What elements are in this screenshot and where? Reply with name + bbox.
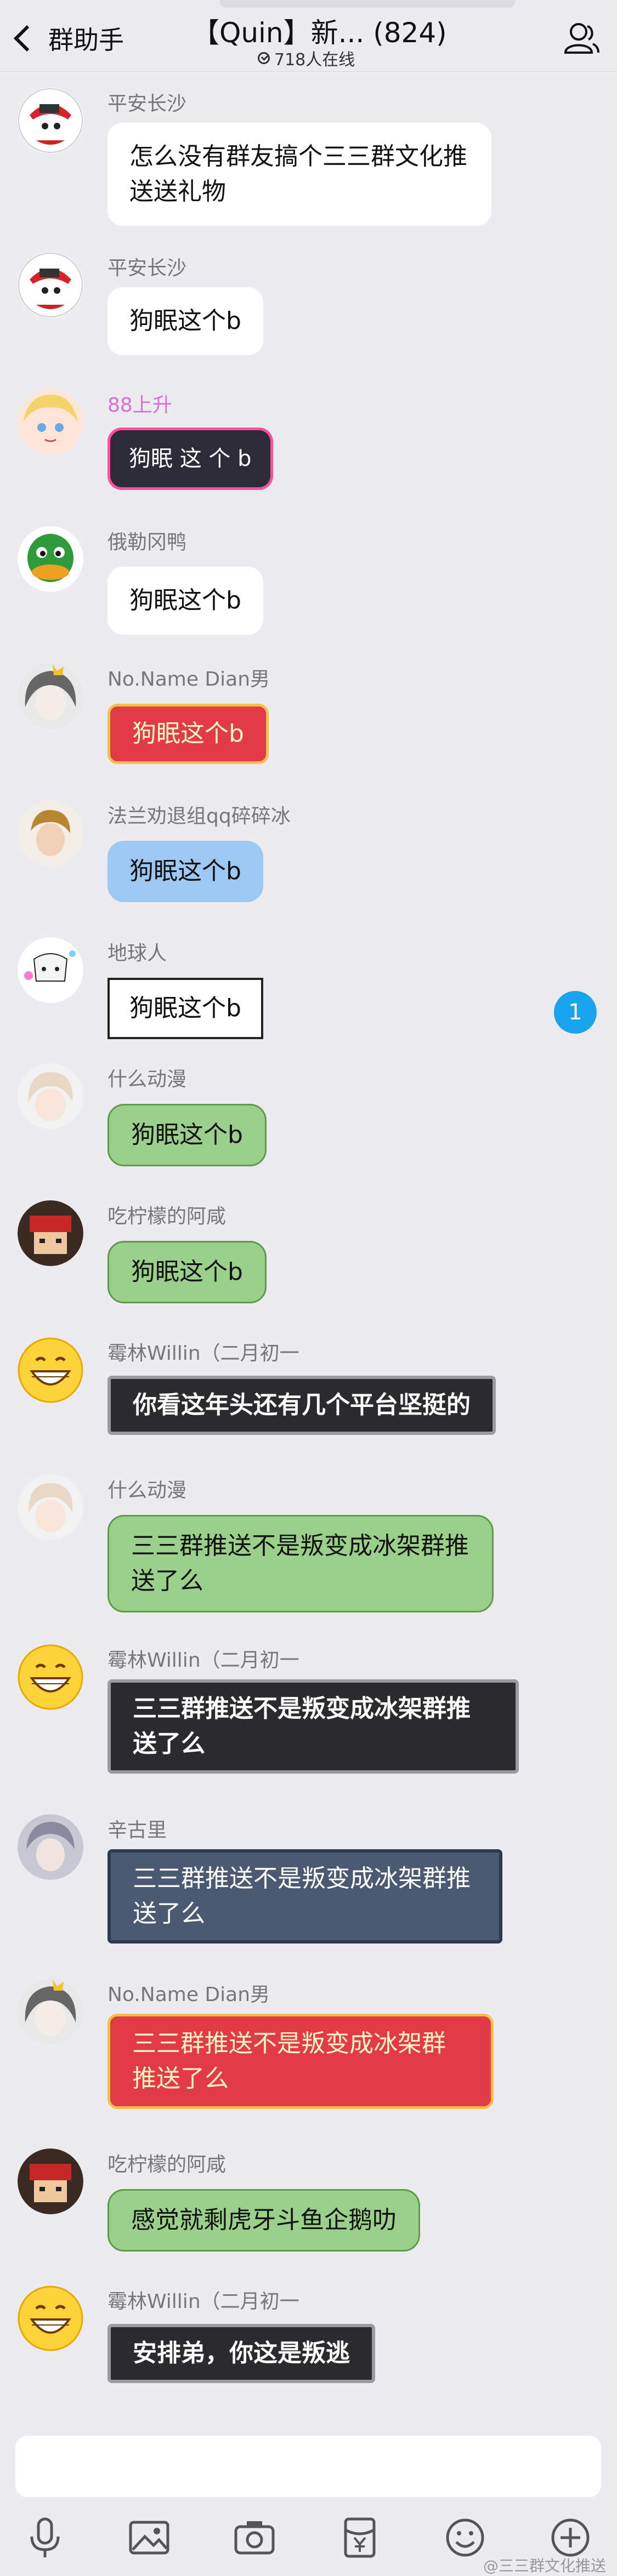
message-bubble[interactable]: 三三群推送不是叛变成冰架群推送了么 [107,1679,519,1774]
sender-name: 俄勒冈鸭 [107,531,187,554]
message-bubble[interactable]: 狗眠这个b [107,287,263,355]
sender-name: 法兰劝退组qq碎碎冰 [107,805,291,828]
avatar[interactable] [18,1814,83,1880]
group-members-icon[interactable] [562,19,601,57]
avatar[interactable] [18,2148,83,2214]
pinned-notice-tab[interactable] [219,0,516,8]
chat-title[interactable]: 【Quin】新... (824) [192,11,447,50]
message-input[interactable] [15,2436,601,2497]
sender-name: 什么动漫 [107,1479,187,1502]
camera-icon[interactable] [233,2516,276,2560]
message-bubble[interactable]: 狗眠这个b [107,978,263,1039]
message-bubble[interactable]: 狗眠这个b [107,1241,267,1303]
avatar[interactable] [18,1644,83,1710]
sender-name: 什么动漫 [107,1068,187,1091]
back-button[interactable]: 群助手 [8,16,124,60]
avatar[interactable] [18,1200,83,1266]
avatar[interactable] [18,1063,83,1129]
message-bubble[interactable]: 狗眠这个b [107,567,263,635]
avatar[interactable] [18,663,83,729]
chat-header: 群助手 【Quin】新... (824) 718人在线 [0,0,617,72]
sender-name: No.Name Dian男 [107,1984,270,2006]
sender-name: 吃柠檬的阿咸 [107,1205,227,1228]
message-bubble[interactable]: 三三群推送不是叛变成冰架群推送了么 [107,1849,502,1944]
avatar[interactable] [18,1979,83,2044]
message-bubble[interactable]: 你看这年头还有几个平台坚挺的 [107,1376,496,1435]
online-count: 718人在线 [258,46,355,70]
avatar[interactable] [18,526,83,592]
message-bubble[interactable]: 狗眠 这 个 b [107,428,273,490]
sender-name: 地球人 [107,942,167,965]
watermark: @三三群文化推送 [483,2557,606,2575]
avatar[interactable] [18,2286,83,2351]
message-bubble[interactable]: 狗眠这个b [107,704,269,764]
red-packet-icon[interactable] [338,2516,382,2560]
image-icon[interactable] [127,2516,171,2560]
input-area [0,2428,617,2575]
message-bubble[interactable]: 感觉就剩虎牙斗鱼企鹅叻 [107,2189,420,2252]
avatar[interactable] [18,937,83,1003]
message-bubble[interactable]: 狗眠这个b [107,841,263,902]
avatar[interactable] [18,1474,83,1540]
online-count-text: 718人在线 [274,50,355,70]
sender-name: 辛古里 [107,1819,167,1842]
avatar[interactable] [18,800,83,866]
sender-name: 吃柠檬的阿咸 [107,2153,227,2176]
message-bubble[interactable]: 三三群推送不是叛变成冰架群推送了么 [107,2014,494,2109]
sender-name: No.Name Dian男 [107,668,270,691]
sender-name: 霉林Willin（二月初一 [107,1649,299,1672]
sender-name: 平安长沙 [107,257,187,280]
message-bubble[interactable]: 三三群推送不是叛变成冰架群推送了么 [107,1515,494,1612]
message-bubble[interactable]: 安排弟，你这是叛逃 [107,2324,375,2383]
avatar[interactable] [18,389,83,455]
sender-name: 88上升 [107,394,172,417]
unread-badge[interactable]: 1 [554,991,597,1034]
message-bubble[interactable]: 怎么没有群友搞个三三群文化推送送礼物 [107,123,491,226]
emoji-icon[interactable] [443,2516,487,2560]
sender-name: 平安长沙 [107,93,187,115]
chevron-left-icon [13,25,41,52]
back-label: 群助手 [48,25,124,55]
microphone-icon[interactable] [23,2516,67,2560]
message-bubble[interactable]: 狗眠这个b [107,1104,267,1166]
avatar[interactable] [18,88,83,153]
avatar[interactable] [18,252,83,318]
plus-icon[interactable] [548,2516,592,2560]
check-circle-icon [258,52,270,64]
avatar[interactable] [18,1337,83,1403]
sender-name: 霉林Willin（二月初一 [107,1342,299,1365]
sender-name: 霉林Willin（二月初一 [107,2290,299,2313]
